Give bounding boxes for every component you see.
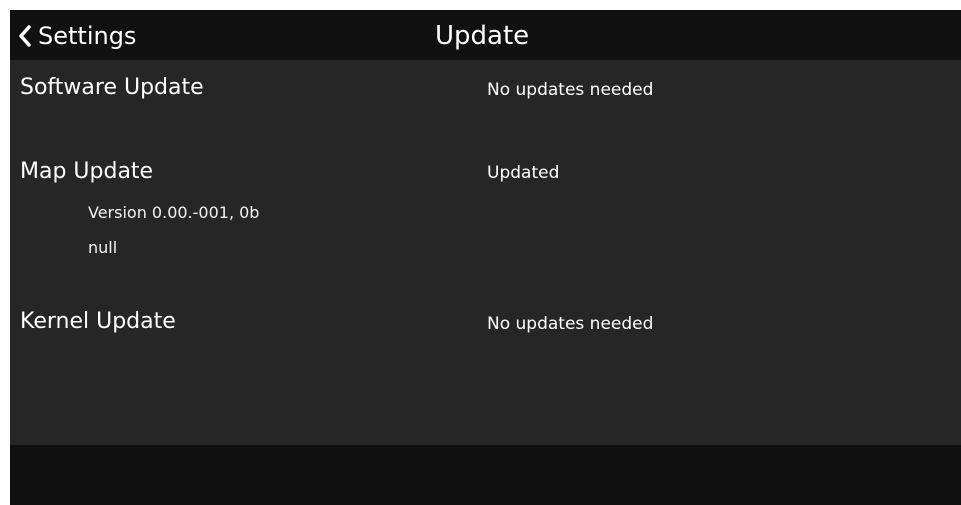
map-version-note: null [88,238,118,257]
software-update-label: Software Update [20,75,204,100]
page-title: Update [435,21,530,51]
kernel-update-label: Kernel Update [20,309,176,334]
map-update-status: Updated [487,163,560,183]
update-screen: Settings Update Software Update No updat… [10,10,961,505]
map-update-label: Map Update [20,159,154,184]
back-button[interactable]: Settings [18,21,136,51]
map-version-text: Version 0.00.-001, 0b [88,203,260,222]
footer-bar [10,445,961,505]
header-bar: Settings Update [10,10,961,60]
software-update-status: No updates needed [487,80,654,100]
chevron-left-icon [18,25,32,47]
back-label: Settings [38,22,137,50]
kernel-update-status: No updates needed [487,314,654,334]
